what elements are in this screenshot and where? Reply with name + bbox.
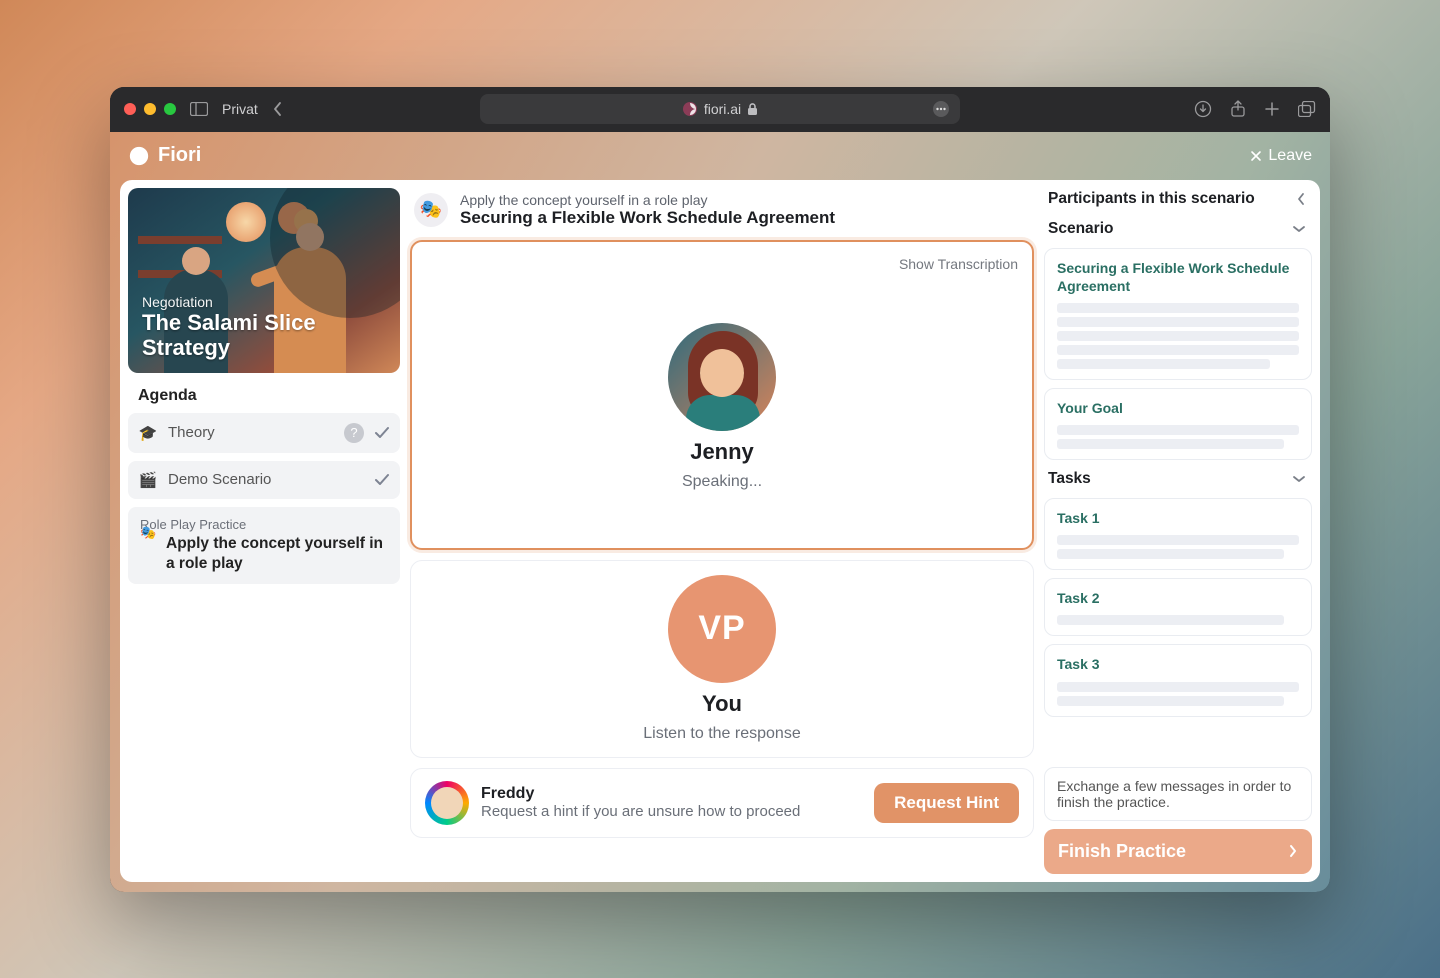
request-hint-button[interactable]: Request Hint [874,783,1019,823]
chevron-down-icon[interactable] [1290,222,1308,236]
leave-button[interactable]: Leave [1250,147,1312,165]
goal-title: Your Goal [1057,399,1299,417]
agenda-heading: Agenda [128,381,400,405]
task-title: Task 1 [1057,509,1299,527]
scenario-title: Securing a Flexible Work Schedule Agreem… [460,208,835,228]
speaker-status: Speaking... [682,473,762,491]
maximize-window-dot[interactable] [164,103,176,115]
help-icon[interactable]: ? [344,423,364,443]
scenario-header: 🎭 Apply the concept yourself in a role p… [410,188,1034,230]
agenda-item-label: Theory [168,424,334,441]
new-tab-icon[interactable] [1264,100,1280,118]
finish-practice-button[interactable]: Finish Practice [1044,829,1312,874]
participants-header[interactable]: Participants in this scenario [1044,188,1312,210]
leave-label: Leave [1268,147,1312,165]
window-controls [124,103,176,115]
you-card: VP You Listen to the response [410,560,1034,758]
task-title: Task 2 [1057,589,1299,607]
tasks-header[interactable]: Tasks [1044,468,1312,490]
agenda-active-title: Apply the concept yourself in a role pla… [140,534,388,574]
assistant-name: Freddy [481,785,800,803]
finish-note: Exchange a few messages in order to fini… [1044,767,1312,821]
scenario-panel-title: Securing a Flexible Work Schedule Agreem… [1057,259,1299,295]
agenda-item-demo[interactable]: 🎬 Demo Scenario [128,461,400,499]
close-window-dot[interactable] [124,103,136,115]
graduation-cap-icon: 🎓 [138,424,158,442]
hero-title: The Salami Slice Strategy [142,310,392,361]
lock-icon [747,103,758,116]
goal-panel: Your Goal [1044,388,1312,460]
masks-icon: 🎭 [140,525,156,541]
minimize-window-dot[interactable] [144,103,156,115]
address-text: fiori.ai [704,101,741,117]
assistant-bar: Freddy Request a hint if you are unsure … [410,768,1034,838]
you-name: You [702,691,742,717]
participants-label: Participants in this scenario [1048,190,1255,208]
agenda-item-theory[interactable]: 🎓 Theory ? [128,413,400,453]
agenda-item-roleplay[interactable]: 🎭 Role Play Practice Apply the concept y… [128,507,400,584]
share-icon[interactable] [1230,100,1246,118]
check-icon [374,426,390,440]
tabs-icon[interactable] [1298,100,1316,118]
agenda-item-label: Demo Scenario [168,471,364,488]
sidebar-icon[interactable] [190,102,208,116]
you-initials: VP [698,609,745,648]
tasks-label: Tasks [1048,470,1091,488]
chevron-right-icon [1288,844,1298,858]
more-icon[interactable] [932,100,950,118]
brand-text: Fiori [158,144,201,167]
show-transcription-button[interactable]: Show Transcription [899,256,1018,272]
app-bar: Fiori Leave [110,132,1330,180]
site-favicon-icon [682,101,698,117]
scenario-panel: Securing a Flexible Work Schedule Agreem… [1044,248,1312,380]
jenny-avatar [668,323,776,431]
middle-column: 🎭 Apply the concept yourself in a role p… [410,188,1034,874]
chevron-down-icon[interactable] [1290,472,1308,486]
scenario-label: Scenario [1048,220,1113,238]
downloads-icon[interactable] [1194,100,1212,118]
back-icon[interactable] [272,101,284,117]
chevron-left-icon[interactable] [1294,190,1308,208]
freddy-avatar [425,781,469,825]
check-icon [374,473,390,487]
logo-icon [128,145,150,167]
close-icon [1250,150,1262,162]
task-3-panel: Task 3 [1044,644,1312,716]
scenario-overline: Apply the concept yourself in a role pla… [460,192,835,208]
assistant-sub: Request a hint if you are unsure how to … [481,803,800,820]
task-2-panel: Task 2 [1044,578,1312,636]
app-chrome: Fiori Leave Negotiation The Salami Slice… [110,132,1330,892]
left-column: Negotiation The Salami Slice Strategy Ag… [128,188,400,874]
titlebar: Privat fiori.ai [110,87,1330,132]
brand-logo[interactable]: Fiori [128,144,201,167]
workspace: Negotiation The Salami Slice Strategy Ag… [120,180,1320,882]
address-bar[interactable]: fiori.ai [480,94,960,124]
clapper-icon: 🎬 [138,471,158,489]
scenario-header-right[interactable]: Scenario [1044,218,1312,240]
task-1-panel: Task 1 [1044,498,1312,570]
task-title: Task 3 [1057,655,1299,673]
speaker-card: Show Transcription Jenny Speaking... [410,240,1034,550]
right-column: Participants in this scenario Scenario S… [1044,188,1312,874]
private-label: Privat [222,101,258,117]
hero-category: Negotiation [142,294,392,310]
you-avatar: VP [668,575,776,683]
masks-icon: 🎭 [414,193,448,227]
finish-label: Finish Practice [1058,841,1186,862]
you-status: Listen to the response [643,725,800,743]
browser-window: Privat fiori.ai Fiori [110,87,1330,892]
hero-card: Negotiation The Salami Slice Strategy [128,188,400,373]
speaker-name: Jenny [690,439,754,465]
